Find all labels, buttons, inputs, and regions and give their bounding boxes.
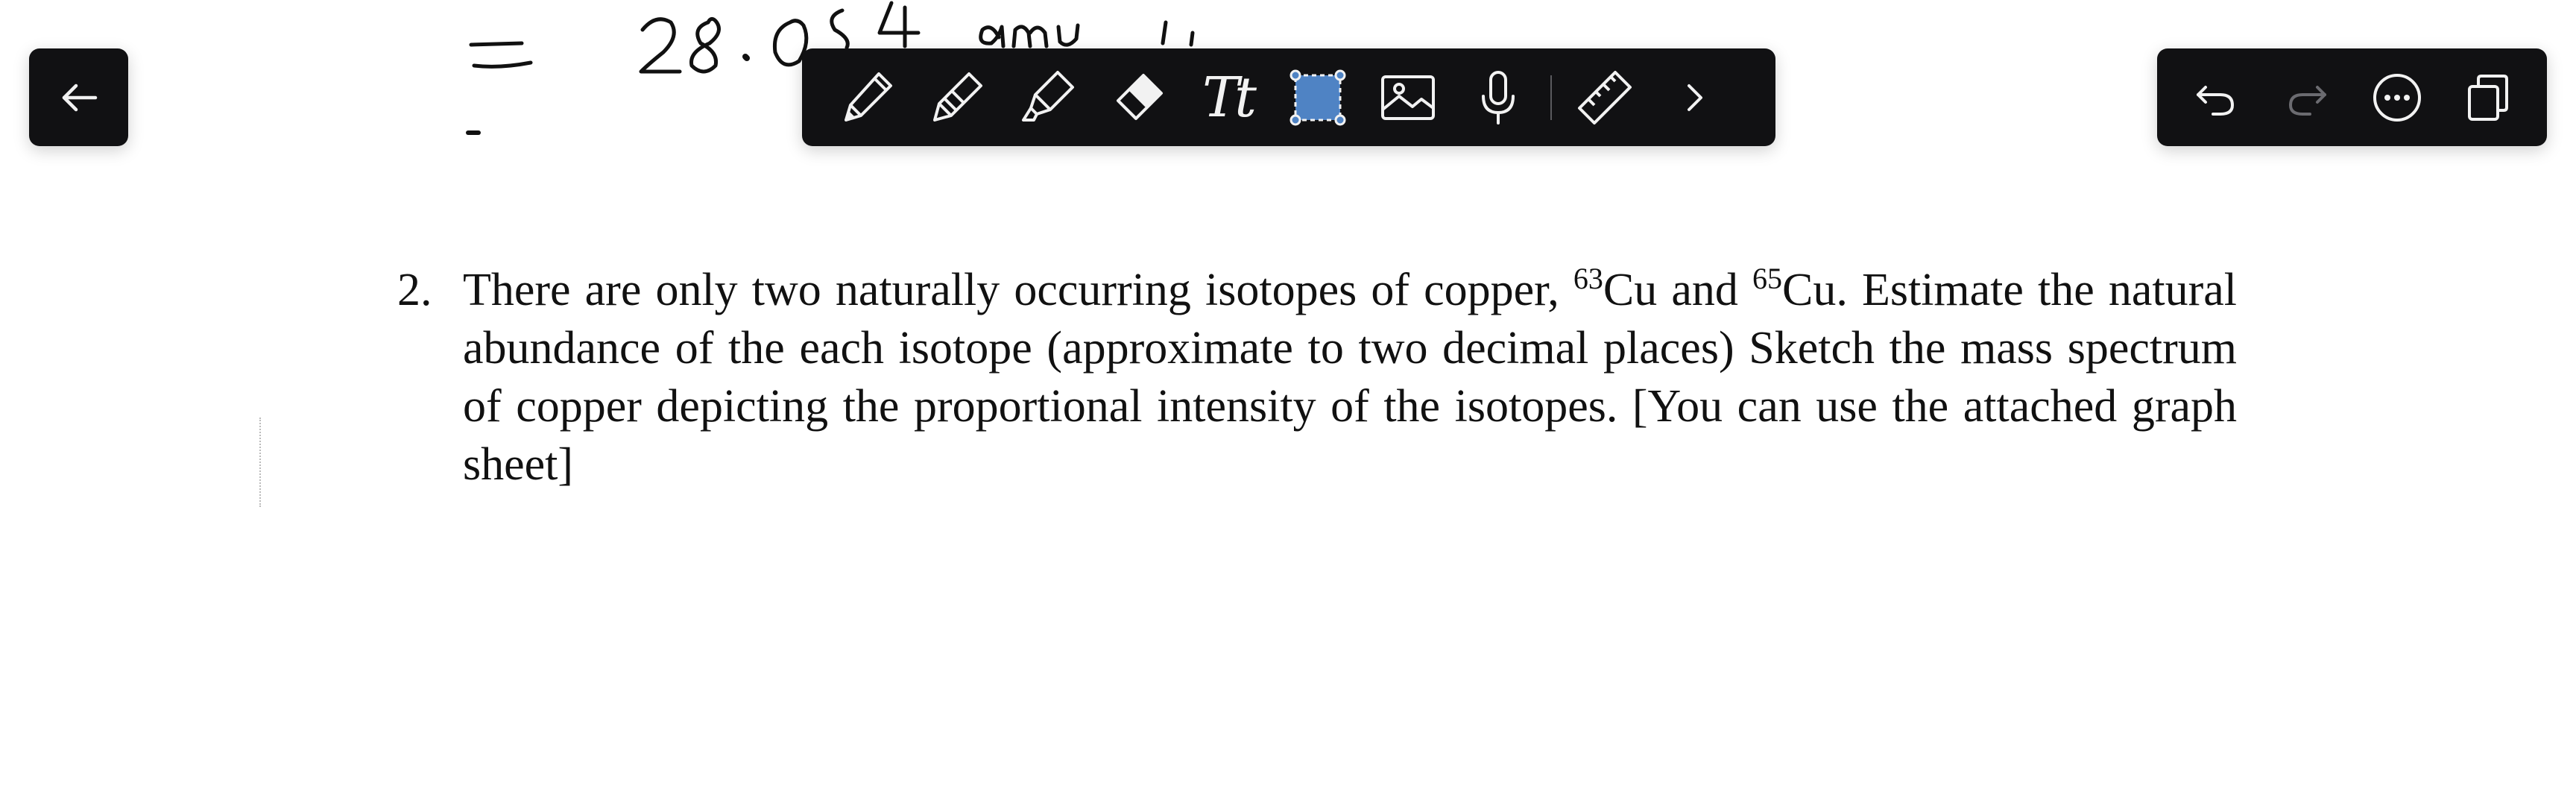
more-tools-button[interactable] (1650, 57, 1740, 139)
microphone-tool-button[interactable] (1453, 57, 1543, 139)
highlighter-tool-button[interactable] (1002, 57, 1092, 139)
pages-button[interactable] (2443, 57, 2534, 139)
pen-tool-button[interactable] (821, 57, 912, 139)
question-number: 2. (397, 265, 432, 315)
pencil-tool-button[interactable] (912, 57, 1002, 139)
eraser-tool-button[interactable] (1092, 57, 1182, 139)
back-button[interactable] (29, 48, 128, 146)
arrow-left-icon (62, 84, 97, 111)
question-text: There are only two naturally occurring i… (463, 262, 2238, 491)
undo-button[interactable] (2171, 57, 2261, 139)
redo-button[interactable] (2261, 57, 2352, 139)
highlighter-icon (1021, 70, 1074, 122)
text-tool-icon: Tt (1202, 65, 1257, 130)
pencil-icon (932, 72, 982, 122)
page-margin-marker (259, 418, 264, 507)
ruler-icon (1577, 70, 1632, 125)
image-tool-button[interactable] (1363, 57, 1453, 139)
more-icon (2373, 73, 2422, 122)
chevron-right-icon (1687, 84, 1702, 111)
eraser-icon (1116, 73, 1163, 120)
pen-icon (844, 72, 892, 122)
lasso-select-icon (1289, 69, 1345, 125)
action-toolbar (2157, 48, 2547, 146)
redo-icon (2288, 85, 2326, 116)
pages-icon (2468, 74, 2509, 121)
tools-toolbar: Tt (802, 48, 1775, 146)
text-tool-button[interactable]: Tt (1182, 57, 1272, 139)
ruler-tool-button[interactable] (1559, 57, 1650, 139)
undo-icon (2196, 85, 2234, 116)
image-icon (1380, 75, 1435, 120)
more-button[interactable] (2352, 57, 2443, 139)
lasso-select-button[interactable] (1272, 57, 1363, 139)
microphone-icon (1481, 70, 1515, 125)
toolbar-divider (1550, 75, 1552, 120)
